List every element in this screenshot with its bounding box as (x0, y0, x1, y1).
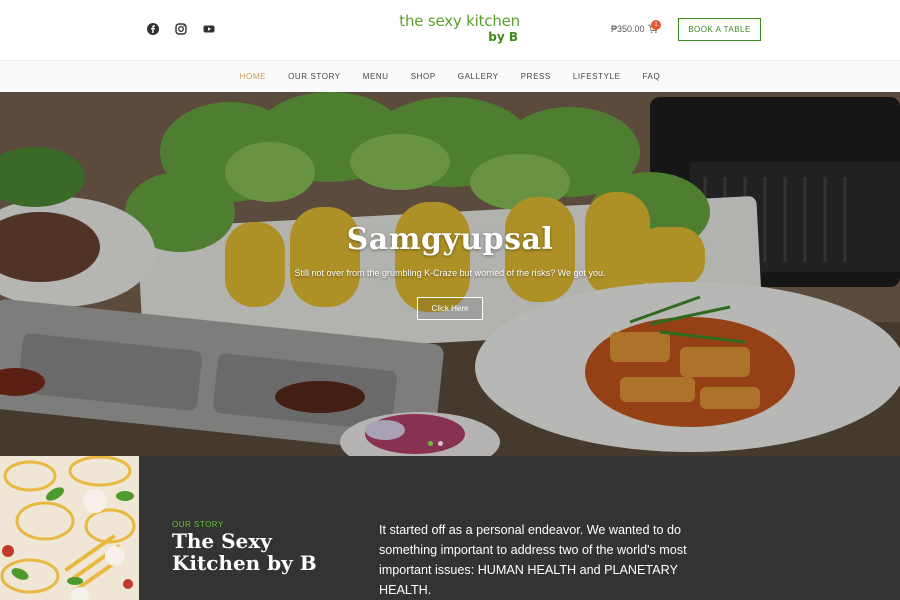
nav-item-lifestyle[interactable]: LIFESTYLE (562, 72, 632, 81)
book-table-button[interactable]: BOOK A TABLE (678, 18, 761, 41)
pasta-photo (0, 456, 139, 600)
slider-dot-1[interactable] (428, 441, 433, 446)
site-logo[interactable]: the sexy kitchen by B (380, 12, 520, 44)
story-text: It started off as a personal endeavor. W… (379, 523, 687, 597)
logo-line2: by B (488, 30, 518, 44)
nav-item-shop[interactable]: SHOP (400, 72, 447, 81)
hero-slider: Samgyupsal Still not over from the grumb… (0, 92, 900, 456)
our-story-section: OUR STORY The Sexy Kitchen by B It start… (0, 456, 900, 600)
hero-title: Samgyupsal (346, 222, 554, 257)
nav-item-our-story[interactable]: OUR STORY (277, 72, 352, 81)
nav-item-faq[interactable]: FAQ (632, 72, 672, 81)
youtube-icon[interactable] (202, 22, 216, 36)
story-kicker: OUR STORY (172, 520, 224, 529)
instagram-icon[interactable] (174, 22, 188, 36)
hero-cta-button[interactable]: Click Here (417, 297, 483, 320)
slider-dots (428, 441, 443, 446)
cart-link[interactable]: ₱350.00 1 (611, 20, 661, 34)
logo-line1: the sexy kitchen (399, 12, 520, 30)
nav-item-press[interactable]: PRESS (510, 72, 562, 81)
nav-item-gallery[interactable]: GALLERY (447, 72, 510, 81)
slider-dot-2[interactable] (438, 441, 443, 446)
nav-item-menu[interactable]: MENU (352, 72, 400, 81)
social-links (146, 22, 216, 36)
facebook-icon[interactable] (146, 22, 160, 36)
story-title: The Sexy Kitchen by B (172, 529, 317, 575)
site-header: the sexy kitchen by B ₱350.00 1 BOOK A T… (0, 0, 900, 60)
cart-total: ₱350.00 (611, 24, 645, 34)
hero-subtitle: Still not over from the grumbling K-Craz… (294, 268, 606, 278)
main-nav: HOME OUR STORY MENU SHOP GALLERY PRESS L… (0, 60, 900, 92)
cart-count-badge: 1 (651, 20, 661, 30)
nav-item-home[interactable]: HOME (229, 72, 277, 81)
